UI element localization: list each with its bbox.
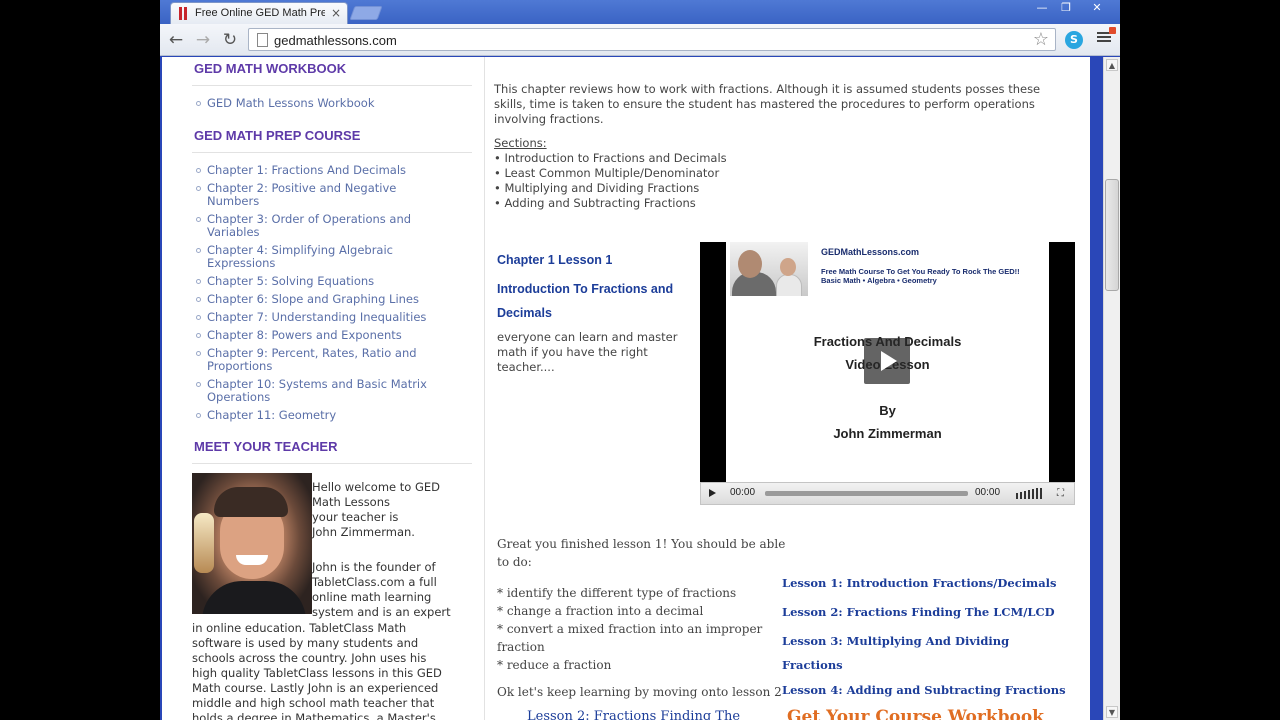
tab-close-icon[interactable]: × [331, 6, 341, 20]
video-controls: 00:00 00:00 ⛶ [700, 482, 1075, 505]
sections-block: Sections: • Introduction to Fractions an… [494, 136, 727, 211]
url-text[interactable]: gedmathlessons.com [274, 33, 397, 48]
bullet-icon [196, 279, 201, 284]
volume-icon[interactable] [1016, 488, 1044, 499]
lesson-title[interactable]: Introduction To Fractions and Decimals [497, 277, 673, 325]
minimize-button[interactable]: — [1030, 0, 1054, 17]
video-by: By [879, 403, 896, 418]
divider [192, 85, 472, 86]
lesson-4-link[interactable]: Lesson 4: Adding and Subtracting Fractio… [782, 678, 1066, 702]
bullet-icon [196, 413, 201, 418]
video-tagline: Free Math Course To Get You Ready To Roc… [821, 267, 1020, 285]
video-author: John Zimmerman [833, 426, 942, 441]
chapter-link[interactable]: Chapter 5: Solving Equations [196, 275, 374, 288]
section-item: • Introduction to Fractions and Decimals [494, 151, 727, 165]
bullet-icon [196, 297, 201, 302]
next-lesson-text: Ok let's keep learning by moving onto le… [497, 685, 782, 699]
new-tab-button[interactable] [349, 6, 383, 20]
workbook-link[interactable]: GED Math Lessons Workbook [196, 97, 375, 110]
next-lesson-link[interactable]: Lesson 2: Fractions Finding The [527, 709, 740, 720]
video-player[interactable]: GEDMathLessons.com Free Math Course To G… [700, 242, 1075, 505]
address-bar[interactable]: gedmathlessons.com ☆ [248, 28, 1056, 51]
section-item: • Multiplying and Dividing Fractions [494, 181, 700, 195]
scroll-down-icon[interactable]: ▼ [1106, 706, 1118, 718]
teacher-bio-continued: in online education. TabletClass Math so… [192, 621, 442, 720]
browser-toolbar: ← → ↻ gedmathlessons.com ☆ S [160, 24, 1120, 56]
chapter-link[interactable]: Chapter 10: Systems and Basic Matrix Oper… [196, 378, 427, 404]
lesson-label: Chapter 1 Lesson 1 [497, 253, 613, 267]
browser-window: Free Online GED Math Pre × — ❐ ✕ ← → ↻ g… [160, 0, 1120, 720]
chapter-link[interactable]: Chapter 6: Slope and Graphing Lines [196, 293, 419, 306]
close-window-button[interactable]: ✕ [1078, 0, 1116, 17]
fullscreen-icon[interactable]: ⛶ [1057, 488, 1064, 499]
vertical-scrollbar[interactable]: ▲ ▼ [1103, 57, 1120, 720]
page-viewport: GED MATH WORKBOOK GED Math Lessons Workb… [160, 57, 1103, 720]
tab-title: Free Online GED Math Pre [195, 7, 325, 19]
sections-label: Sections: [494, 136, 547, 150]
chapter-link[interactable]: Chapter 3: Order of Operations and Variab… [196, 213, 411, 239]
bullet-icon [196, 217, 201, 222]
bullet-icon [196, 101, 201, 106]
window-controls: — ❐ ✕ [1030, 0, 1116, 18]
chapter-link[interactable]: Chapter 4: Simplifying Algebraic Expressi… [196, 244, 393, 270]
bullet-icon [196, 315, 201, 320]
scroll-up-icon[interactable]: ▲ [1106, 59, 1118, 71]
page-icon [257, 33, 268, 47]
seek-bar[interactable] [765, 491, 968, 496]
bullet-icon [196, 382, 201, 387]
forward-button[interactable]: → [192, 30, 214, 50]
bullet-icon [196, 186, 201, 191]
bullet-icon [196, 168, 201, 173]
skype-extension-icon[interactable]: S [1065, 31, 1083, 49]
students-thumbnail [730, 242, 808, 296]
chapter-link[interactable]: Chapter 1: Fractions And Decimals [196, 164, 406, 177]
divider [192, 152, 472, 153]
scroll-thumb[interactable] [1105, 179, 1119, 291]
bullet-icon [196, 333, 201, 338]
column-divider [484, 57, 485, 720]
current-time: 00:00 [730, 487, 756, 498]
play-overlay-button[interactable] [864, 338, 910, 384]
teacher-intro: Hello welcome to GED Math Lessons your t… [312, 480, 441, 539]
back-button[interactable]: ← [165, 30, 187, 50]
tab-strip: Free Online GED Math Pre × — ❐ ✕ [160, 0, 1120, 24]
prep-course-heading: GED MATH PREP COURSE [194, 128, 361, 143]
chapter-intro: This chapter reviews how to work with fr… [494, 82, 1041, 126]
reload-button[interactable]: ↻ [219, 30, 241, 50]
chapter-link[interactable]: Chapter 11: Geometry [196, 409, 336, 422]
desktop-background: Free Online GED Math Pre × — ❐ ✕ ← → ↻ g… [0, 0, 1280, 720]
lesson-2-link[interactable]: Lesson 2: Fractions Finding The LCM/LCD [782, 600, 1055, 624]
chapter-link[interactable]: Chapter 8: Powers and Exponents [196, 329, 402, 342]
settings-menu-icon[interactable] [1097, 27, 1116, 46]
chapter-link[interactable]: Chapter 2: Positive and Negative Numbers [196, 182, 396, 208]
lesson-blurb: everyone can learn and master math if yo… [497, 330, 678, 374]
teacher-heading: MEET YOUR TEACHER [194, 439, 338, 454]
bookmark-star-icon[interactable]: ☆ [1033, 29, 1049, 50]
maximize-button[interactable]: ❐ [1054, 0, 1078, 17]
page-content: GED MATH WORKBOOK GED Math Lessons Workb… [162, 57, 1090, 720]
video-brand: GEDMathLessons.com [821, 247, 920, 257]
chapter-link[interactable]: Chapter 7: Understanding Inequalities [196, 311, 426, 324]
section-item: • Adding and Subtracting Fractions [494, 196, 696, 210]
teacher-bio: John is the founder of TabletClass.com a… [312, 560, 451, 619]
chapter-link[interactable]: Chapter 9: Percent, Rates, Ratio and Prop… [196, 347, 417, 373]
lesson-1-link[interactable]: Lesson 1: Introduction Fractions/Decimal… [782, 571, 1057, 595]
teacher-photo [192, 473, 312, 614]
play-icon[interactable] [709, 489, 716, 497]
divider [192, 463, 472, 464]
section-item: • Least Common Multiple/Denominator [494, 166, 720, 180]
total-time: 00:00 [975, 487, 1001, 498]
site-favicon-icon [179, 7, 189, 20]
bullet-icon [196, 248, 201, 253]
bullet-icon [196, 351, 201, 356]
workbook-cta[interactable]: Get Your Course Workbook [787, 707, 1044, 720]
finished-text: Great you finished lesson 1! You should … [497, 537, 786, 569]
lesson-3-link[interactable]: Lesson 3: Multiplying And Dividing Fract… [782, 629, 1009, 677]
browser-tab[interactable]: Free Online GED Math Pre × [170, 2, 348, 24]
skills-list: * identify the different type of fractio… [497, 586, 763, 672]
workbook-heading: GED MATH WORKBOOK [194, 61, 347, 76]
